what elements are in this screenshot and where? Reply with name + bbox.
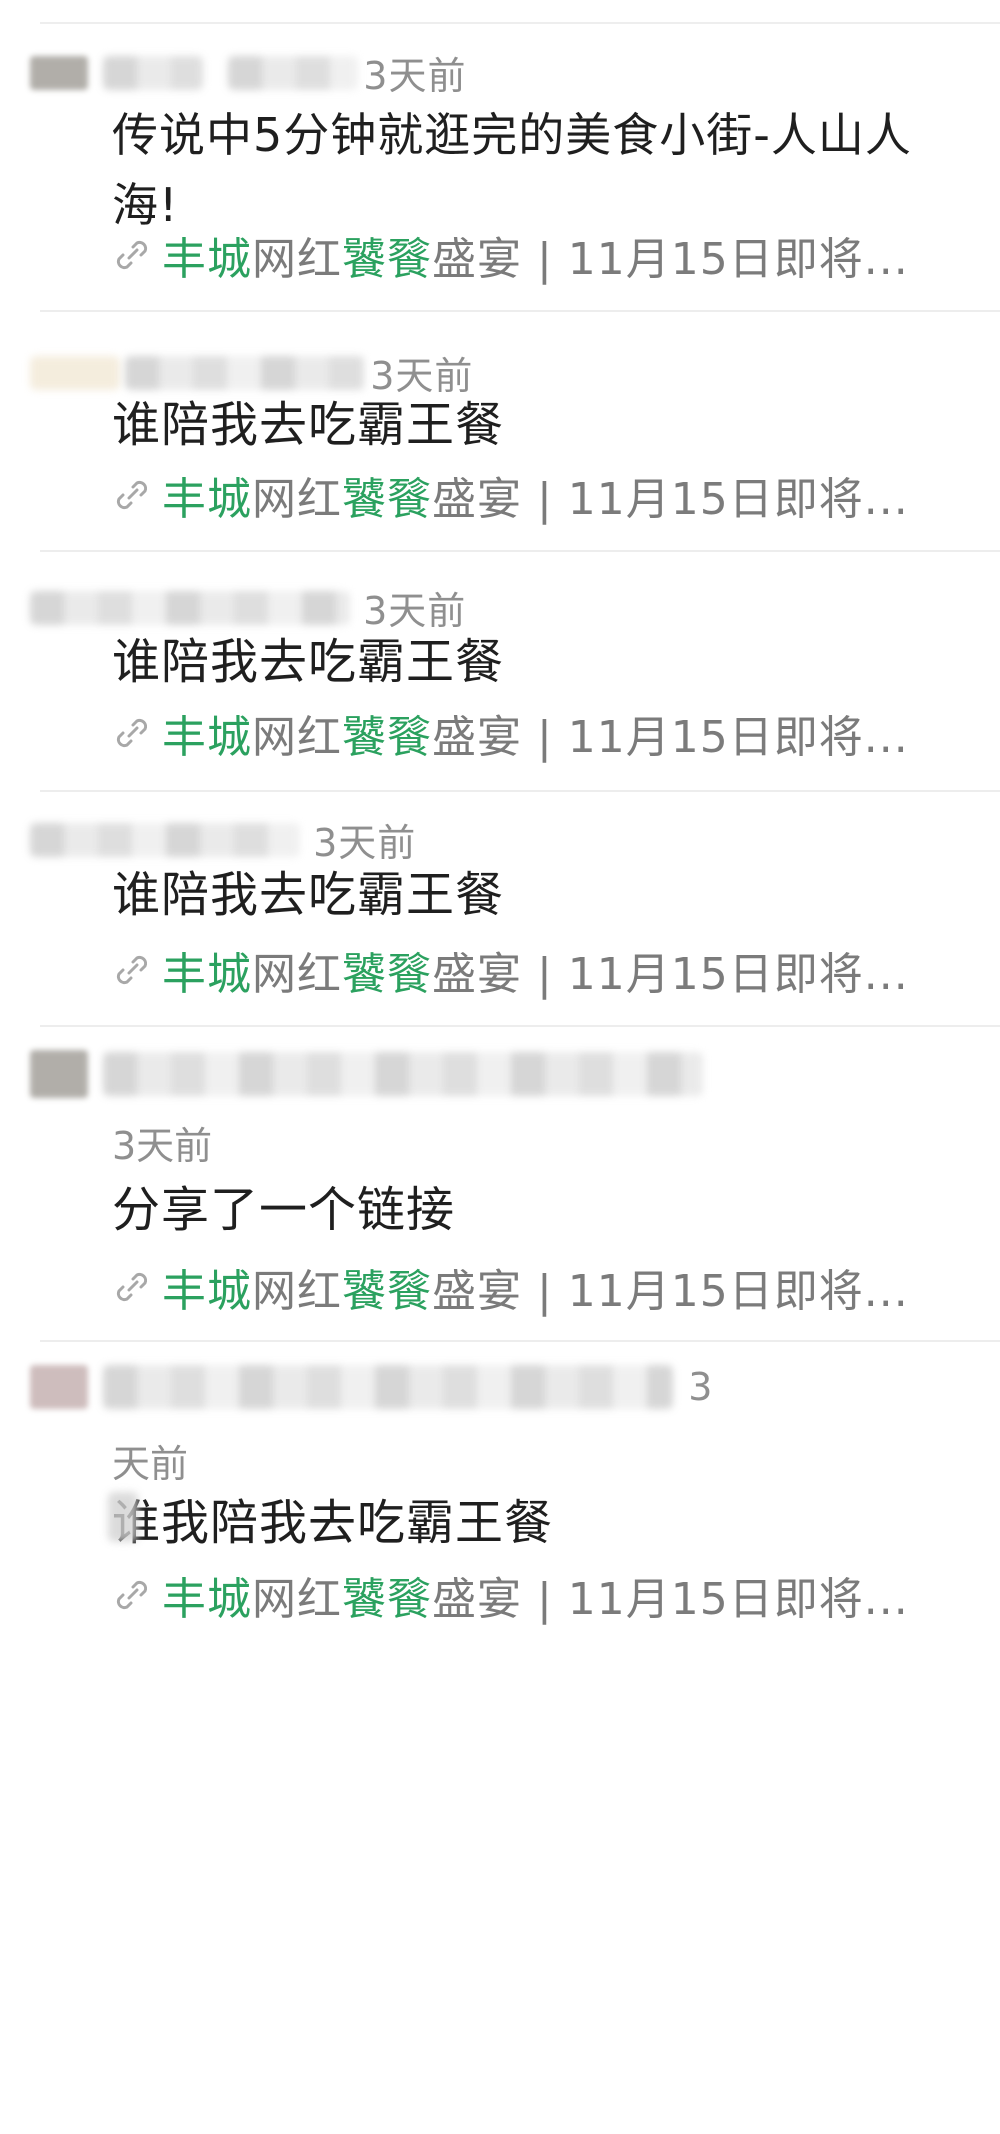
- link-icon: [116, 718, 148, 748]
- divider: [40, 1025, 1000, 1027]
- message-text: 谁陪我去吃霸王餐: [112, 634, 505, 690]
- blurred-username: [103, 1052, 704, 1096]
- link-title-green: 饕餮: [342, 1574, 432, 1625]
- link-card[interactable]: 丰城网红饕餮盛宴 | 11月15日即将...: [112, 1565, 970, 1625]
- link-title: 网红: [252, 1266, 342, 1317]
- blurred-username: [30, 355, 120, 390]
- message-text: 谁我陪我去吃霸王餐: [112, 1495, 554, 1551]
- link-title: 网红: [252, 949, 342, 1000]
- timestamp: 3: [688, 1365, 714, 1409]
- message-header: 3天前: [30, 812, 980, 867]
- link-title-green: 丰城: [162, 949, 252, 1000]
- link-title-green: 丰城: [162, 712, 252, 763]
- blurred-username: [30, 822, 300, 857]
- divider: [40, 1340, 1000, 1342]
- blurred-username: [125, 355, 366, 390]
- blurred-username: [103, 1365, 674, 1409]
- link-title: 网红: [252, 234, 342, 285]
- link-card[interactable]: 丰城网红饕餮盛宴 | 11月15日即将...: [112, 703, 970, 763]
- message-text: 谁陪我去吃霸王餐: [112, 397, 505, 453]
- link-icon: [116, 480, 148, 510]
- link-title-green: 饕餮: [342, 234, 432, 285]
- link-title: 盛宴 | 11月15日即将...: [432, 1574, 909, 1625]
- blurred-username: [103, 55, 204, 90]
- message-header: 3天前: [30, 45, 980, 100]
- link-title-green: 丰城: [162, 474, 252, 525]
- link-card[interactable]: 丰城网红饕餮盛宴 | 11月15日即将...: [112, 1257, 970, 1317]
- link-title-green: 丰城: [162, 234, 252, 285]
- link-card[interactable]: 丰城网红饕餮盛宴 | 11月15日即将...: [112, 225, 970, 285]
- message-text: 谁陪我去吃霸王餐: [112, 867, 505, 923]
- link-title: 盛宴 | 11月15日即将...: [432, 949, 909, 1000]
- link-card[interactable]: 丰城网红饕餮盛宴 | 11月15日即将...: [112, 940, 970, 1000]
- top-divider: [40, 22, 1000, 24]
- message-header: 3: [30, 1365, 980, 1409]
- blurred-username: [228, 55, 359, 90]
- avatar[interactable]: [30, 1365, 88, 1409]
- link-title: 网红: [252, 474, 342, 525]
- timestamp: 3天前: [313, 821, 417, 865]
- timestamp: 3天前: [112, 1124, 213, 1168]
- timestamp: 天前: [112, 1442, 189, 1486]
- link-title: 盛宴 | 11月15日即将...: [432, 474, 909, 525]
- link-icon: [116, 240, 148, 270]
- message-text: 分享了一个链接: [112, 1182, 456, 1238]
- link-card[interactable]: 丰城网红饕餮盛宴 | 11月15日即将...: [112, 465, 970, 525]
- link-title-green: 饕餮: [342, 1266, 432, 1317]
- divider: [40, 790, 1000, 792]
- link-title: 盛宴 | 11月15日即将...: [432, 712, 909, 763]
- link-title-green: 丰城: [162, 1574, 252, 1625]
- divider: [40, 550, 1000, 552]
- link-title: 盛宴 | 11月15日即将...: [432, 1266, 909, 1317]
- blurred-region: [108, 1492, 138, 1542]
- message-text: 传说中5分钟就逛完的美食小街-人山人海!: [112, 108, 912, 232]
- divider: [40, 310, 1000, 312]
- link-title-green: 丰城: [162, 1266, 252, 1317]
- link-title: 盛宴 | 11月15日即将...: [432, 234, 909, 285]
- blurred-username: [30, 590, 350, 625]
- link-title-green: 饕餮: [342, 949, 432, 1000]
- link-title-green: 饕餮: [342, 712, 432, 763]
- link-icon: [116, 955, 148, 985]
- link-title-green: 饕餮: [342, 474, 432, 525]
- link-title: 网红: [252, 712, 342, 763]
- link-title: 网红: [252, 1574, 342, 1625]
- link-icon: [116, 1580, 148, 1610]
- message-header: [30, 1050, 980, 1098]
- link-icon: [116, 1272, 148, 1302]
- avatar[interactable]: [30, 1050, 88, 1098]
- avatar[interactable]: [30, 55, 88, 90]
- timestamp: 3天前: [363, 54, 467, 98]
